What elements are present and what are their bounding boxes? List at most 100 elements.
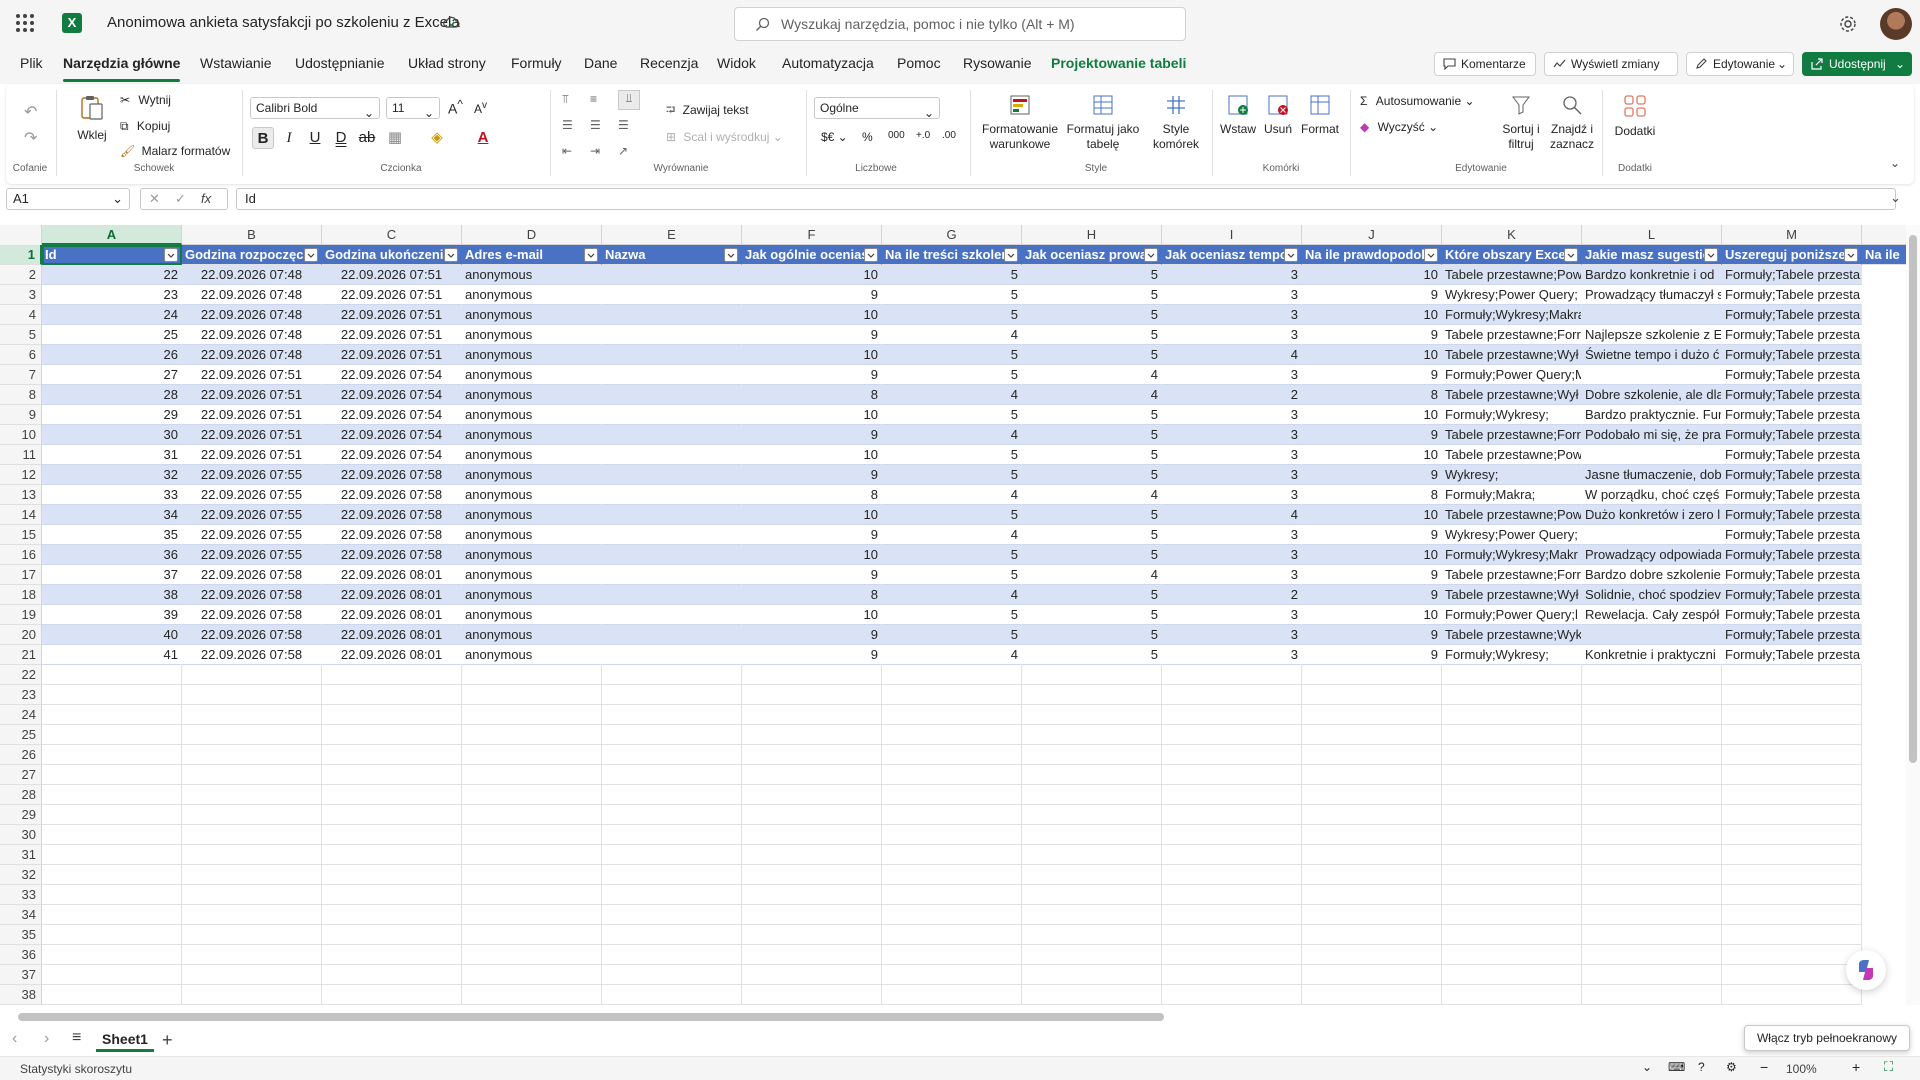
- table-cell[interactable]: anonymous: [462, 525, 602, 545]
- shrink-font-icon[interactable]: Av: [474, 100, 487, 116]
- font-name-dropdown[interactable]: Calibri Bold ⌄: [250, 97, 380, 120]
- spreadsheet-grid[interactable]: ABCDEFGHIJKLM 1 Id Godzina rozpoczęcia Godz…: [0, 225, 1906, 1005]
- row-header[interactable]: 37: [0, 965, 42, 985]
- empty-cell[interactable]: [602, 685, 742, 705]
- table-cell[interactable]: Jasne tłumaczenie, dob: [1582, 465, 1722, 485]
- empty-cell[interactable]: [182, 665, 322, 685]
- table-cell[interactable]: Tabele przestawne;Pow: [1442, 265, 1582, 285]
- empty-cell[interactable]: [1722, 765, 1862, 785]
- empty-cell[interactable]: [1022, 785, 1162, 805]
- empty-cell[interactable]: [182, 685, 322, 705]
- filter-dropdown-icon[interactable]: [444, 248, 458, 262]
- empty-cell[interactable]: [1582, 905, 1722, 925]
- empty-cell[interactable]: [1442, 745, 1582, 765]
- table-cell[interactable]: [602, 525, 742, 545]
- empty-cell[interactable]: [1302, 785, 1442, 805]
- table-cell[interactable]: 30: [42, 425, 182, 445]
- table-header-cell[interactable]: Jak ogólnie oceniasz: [742, 245, 882, 265]
- empty-cell[interactable]: [742, 945, 882, 965]
- empty-cell[interactable]: [1582, 965, 1722, 985]
- align-bottom-icon[interactable]: ⫫: [618, 90, 640, 110]
- table-cell[interactable]: [1582, 445, 1722, 465]
- expand-formula-icon[interactable]: ⌄: [1890, 190, 1901, 206]
- table-cell[interactable]: 8: [742, 585, 882, 605]
- currency-icon[interactable]: $€ ⌄: [821, 130, 848, 144]
- table-cell[interactable]: 22.09.2026 07:58: [322, 485, 462, 505]
- empty-cell[interactable]: [322, 985, 462, 1005]
- table-cell[interactable]: 9: [742, 285, 882, 305]
- table-cell[interactable]: 9: [742, 325, 882, 345]
- table-cell[interactable]: 22.09.2026 07:58: [322, 505, 462, 525]
- empty-cell[interactable]: [42, 785, 182, 805]
- table-cell[interactable]: 10: [742, 405, 882, 425]
- table-cell[interactable]: 4: [882, 385, 1022, 405]
- row-header[interactable]: 5: [0, 325, 42, 345]
- empty-cell[interactable]: [1162, 685, 1302, 705]
- table-cell[interactable]: 32: [42, 465, 182, 485]
- empty-cell[interactable]: [1722, 905, 1862, 925]
- empty-cell[interactable]: [882, 905, 1022, 925]
- table-cell[interactable]: 5: [882, 565, 1022, 585]
- add-sheet-icon[interactable]: +: [162, 1030, 173, 1051]
- empty-cell[interactable]: [1442, 785, 1582, 805]
- empty-cell[interactable]: [322, 685, 462, 705]
- tab-data[interactable]: Dane: [584, 55, 617, 71]
- table-cell[interactable]: Formuły;Tabele przesta: [1722, 565, 1862, 585]
- empty-cell[interactable]: [1722, 865, 1862, 885]
- row-header[interactable]: 30: [0, 825, 42, 845]
- table-cell[interactable]: Prowadzący odpowiada: [1582, 545, 1722, 565]
- empty-cell[interactable]: [42, 985, 182, 1005]
- table-cell[interactable]: Formuły;Tabele przesta: [1722, 365, 1862, 385]
- table-cell[interactable]: 4: [882, 645, 1022, 665]
- table-cell[interactable]: anonymous: [462, 345, 602, 365]
- table-cell[interactable]: 10: [742, 505, 882, 525]
- table-cell[interactable]: 3: [1162, 425, 1302, 445]
- empty-cell[interactable]: [1722, 805, 1862, 825]
- table-cell[interactable]: 41: [42, 645, 182, 665]
- table-cell[interactable]: Formuły;Wykresy;: [1442, 405, 1582, 425]
- empty-cell[interactable]: [182, 805, 322, 825]
- empty-cell[interactable]: [1582, 845, 1722, 865]
- empty-cell[interactable]: [1582, 825, 1722, 845]
- table-cell[interactable]: Formuły;Tabele przesta: [1722, 545, 1862, 565]
- empty-cell[interactable]: [742, 765, 882, 785]
- table-cell[interactable]: 22.09.2026 08:01: [322, 605, 462, 625]
- table-cell[interactable]: Formuły;Tabele przesta: [1722, 405, 1862, 425]
- table-cell[interactable]: 3: [1162, 545, 1302, 565]
- table-cell[interactable]: anonymous: [462, 365, 602, 385]
- table-cell[interactable]: 9: [742, 645, 882, 665]
- table-cell[interactable]: 22.09.2026 07:51: [182, 385, 322, 405]
- empty-cell[interactable]: [462, 905, 602, 925]
- empty-cell[interactable]: [602, 945, 742, 965]
- empty-cell[interactable]: [1582, 785, 1722, 805]
- empty-cell[interactable]: [1162, 925, 1302, 945]
- table-cell[interactable]: Formuły;Power Query;l: [1442, 605, 1582, 625]
- table-cell[interactable]: Wykresy;Power Query;: [1442, 525, 1582, 545]
- table-cell[interactable]: Świetne tempo i dużo ć: [1582, 345, 1722, 365]
- table-cell[interactable]: 22.09.2026 07:58: [182, 645, 322, 665]
- table-cell[interactable]: 10: [742, 345, 882, 365]
- empty-cell[interactable]: [42, 885, 182, 905]
- table-cell[interactable]: [1582, 525, 1722, 545]
- filter-dropdown-icon[interactable]: [164, 248, 178, 262]
- table-cell[interactable]: 28: [42, 385, 182, 405]
- empty-cell[interactable]: [182, 725, 322, 745]
- table-cell[interactable]: 3: [1162, 485, 1302, 505]
- empty-cell[interactable]: [602, 985, 742, 1005]
- empty-cell[interactable]: [1442, 965, 1582, 985]
- row-header[interactable]: 17: [0, 565, 42, 585]
- strikethrough-button[interactable]: ab: [356, 127, 378, 149]
- table-cell[interactable]: 22.09.2026 07:54: [322, 445, 462, 465]
- table-cell[interactable]: 10: [1302, 445, 1442, 465]
- delete-cells-button[interactable]: Usuń: [1260, 94, 1296, 137]
- row-header[interactable]: 24: [0, 705, 42, 725]
- table-cell[interactable]: Formuły;Tabele przesta: [1722, 505, 1862, 525]
- align-middle-icon[interactable]: ≡: [590, 92, 597, 106]
- table-cell[interactable]: Formuły;Tabele przesta: [1722, 425, 1862, 445]
- empty-cell[interactable]: [42, 945, 182, 965]
- undo-icon[interactable]: ↶: [24, 102, 37, 122]
- empty-cell[interactable]: [42, 825, 182, 845]
- settings-gear-icon[interactable]: [1838, 14, 1858, 34]
- table-cell[interactable]: [602, 325, 742, 345]
- empty-cell[interactable]: [1442, 885, 1582, 905]
